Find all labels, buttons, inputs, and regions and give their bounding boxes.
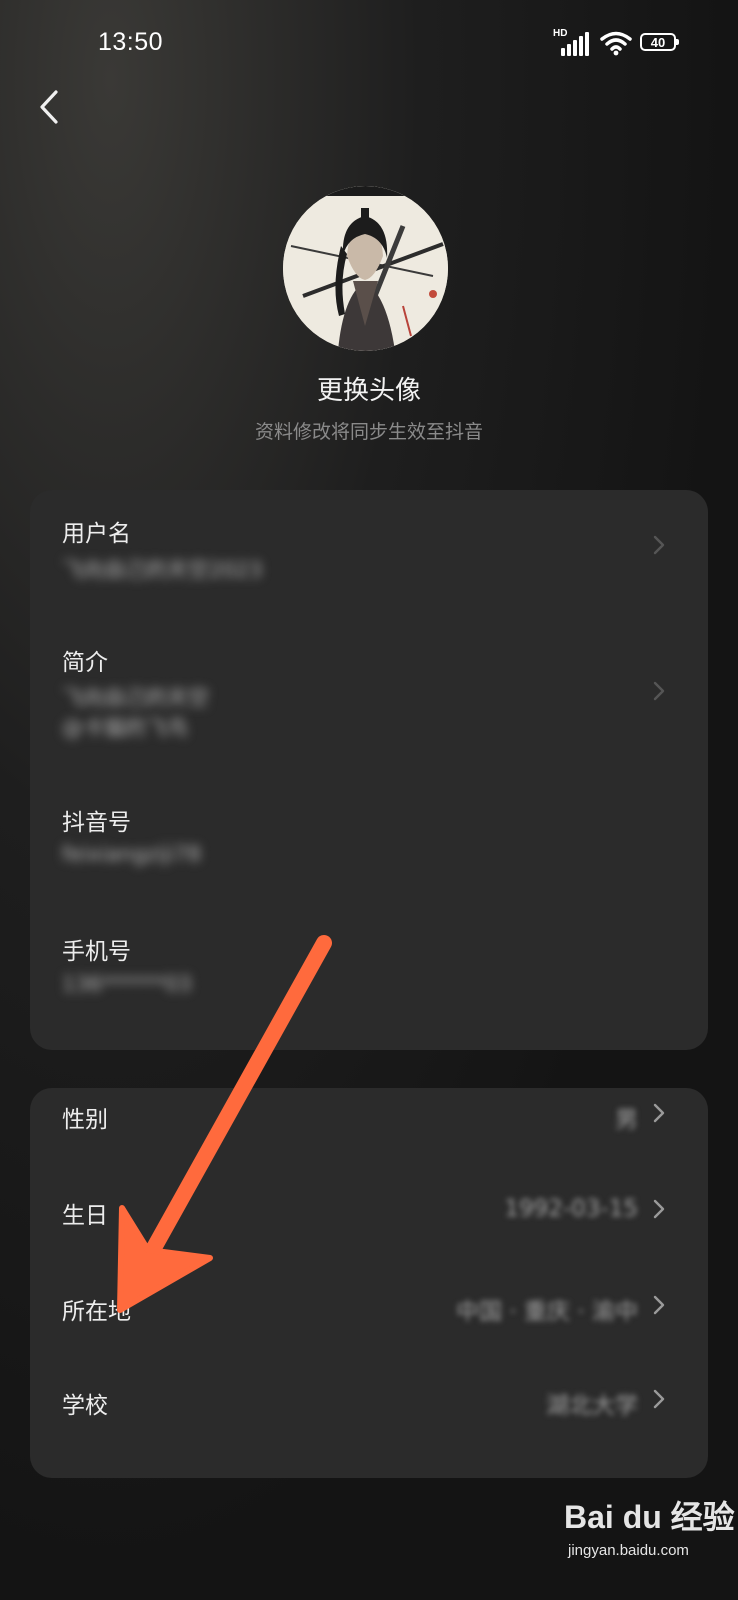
personal-info-card: 性别 男 生日 1992-03-15 所在地 中国 · 重庆 · 渝中 学校 湖… bbox=[30, 1088, 708, 1478]
chevron-right-icon bbox=[653, 1103, 665, 1123]
username-row[interactable] bbox=[30, 490, 708, 610]
birthday-label: 生日 bbox=[62, 1203, 108, 1229]
school-label: 学校 bbox=[62, 1393, 108, 1419]
change-avatar-button[interactable]: 更换头像 bbox=[0, 370, 738, 407]
douyin-id-label: 抖音号 bbox=[62, 810, 131, 836]
avatar-illustration bbox=[283, 186, 448, 351]
back-button[interactable] bbox=[30, 84, 70, 130]
gender-label: 性别 bbox=[62, 1107, 108, 1133]
chevron-right-icon bbox=[653, 681, 665, 701]
school-value: 湖北大学 bbox=[546, 1393, 638, 1419]
chevron-right-icon bbox=[653, 1389, 665, 1409]
sync-notice: 资料修改将同步生效至抖音 bbox=[254, 421, 483, 443]
cellular-signal-icon: HD bbox=[553, 28, 589, 56]
chevron-left-icon bbox=[40, 90, 58, 124]
watermark-url: jingyan.baidu.com bbox=[568, 1542, 689, 1559]
chevron-right-icon bbox=[653, 1199, 665, 1219]
gender-row[interactable] bbox=[30, 1088, 708, 1184]
phone-label: 手机号 bbox=[62, 939, 131, 965]
status-time: 13:50 bbox=[98, 28, 164, 56]
bio-label: 简介 bbox=[62, 650, 108, 676]
chevron-right-icon bbox=[653, 1295, 665, 1315]
status-bar: 13:50 HD 40 bbox=[0, 0, 738, 90]
chevron-right-icon bbox=[653, 535, 665, 555]
username-label: 用户名 bbox=[62, 521, 131, 547]
battery-icon: 40 bbox=[640, 33, 679, 51]
network-type-label: HD bbox=[553, 28, 568, 39]
baidu-jingyan-watermark: Bai du 经验 jingyan.baidu.com bbox=[564, 1492, 735, 1572]
gender-value: 男 bbox=[615, 1107, 638, 1133]
phone-value: 136******03 bbox=[62, 972, 192, 996]
bio-value-line2: @卡猫的飞鸟 bbox=[62, 716, 188, 740]
bio-value-line1: 飞向自己的天空 bbox=[62, 686, 209, 710]
douyin-id-value: feixiangziji78 bbox=[62, 842, 202, 866]
account-info-card: 用户名 飞向自己的天空2023 简介 飞向自己的天空 @卡猫的飞鸟 抖音号 fe… bbox=[30, 490, 708, 1050]
battery-level: 40 bbox=[650, 34, 666, 50]
username-value: 飞向自己的天空2023 bbox=[62, 558, 263, 582]
wifi-icon bbox=[600, 31, 632, 56]
location-label: 所在地 bbox=[62, 1299, 131, 1325]
birthday-value: 1992-03-15 bbox=[504, 1196, 638, 1222]
avatar[interactable] bbox=[283, 186, 448, 351]
location-value: 中国 · 重庆 · 渝中 bbox=[456, 1299, 638, 1325]
watermark-logo: Bai du 经验 bbox=[564, 1499, 735, 1535]
